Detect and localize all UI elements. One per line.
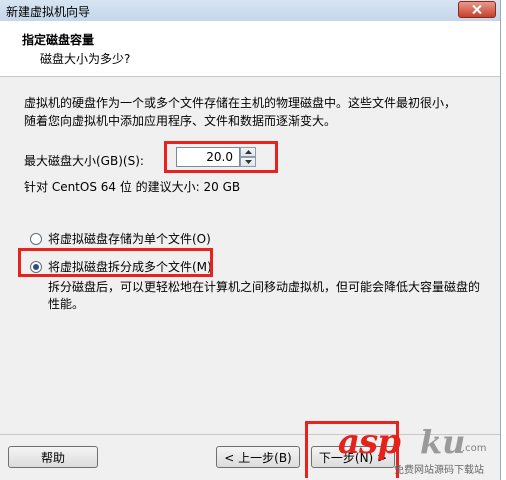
watermark-tagline: 免费网站源码下载站 [394, 465, 484, 476]
title-bar: 新建虚拟机向导 [0, 0, 500, 22]
close-button[interactable] [458, 1, 496, 18]
close-icon [472, 5, 482, 14]
watermark-brand-red: asp [338, 422, 401, 462]
wizard-window: 新建虚拟机向导 指定磁盘容量 磁盘大小为多少? 虚拟机的硬盘作为一个或多个文件存… [0, 0, 501, 480]
highlight-disk-size [164, 141, 278, 173]
page-title: 指定磁盘容量 [22, 33, 95, 47]
radio-single-file[interactable]: 将虚拟磁盘存储为单个文件(O) [30, 230, 211, 247]
window-title: 新建虚拟机向导 [6, 5, 91, 19]
multi-file-description: 拆分磁盘后，可以更轻松地在计算机之间移动虚拟机，但可能会降低大容量磁盘的性能。 [48, 280, 481, 311]
wizard-header: 指定磁盘容量 磁盘大小为多少? [0, 21, 500, 77]
radio-single-label: 将虚拟磁盘存储为单个文件(O) [48, 232, 211, 246]
disk-size-label: 最大磁盘大小(GB)(S): [24, 154, 144, 168]
watermark-brand-gray: ku [420, 423, 466, 461]
disk-description: 虚拟机的硬盘作为一个或多个文件存储在主机的物理磁盘中。这些文件最初很小，随着您向… [24, 96, 457, 128]
help-button[interactable]: 帮助 [8, 446, 98, 468]
page-subtitle: 磁盘大小为多少? [40, 52, 131, 66]
recommended-size-text: 针对 CentOS 64 位 的建议大小: 20 GB [24, 180, 241, 194]
watermark-suffix: .com [462, 443, 487, 454]
radio-single-circle[interactable] [30, 232, 42, 245]
back-button[interactable]: < 上一步(B) [216, 446, 300, 468]
highlight-multi-option [18, 248, 213, 277]
